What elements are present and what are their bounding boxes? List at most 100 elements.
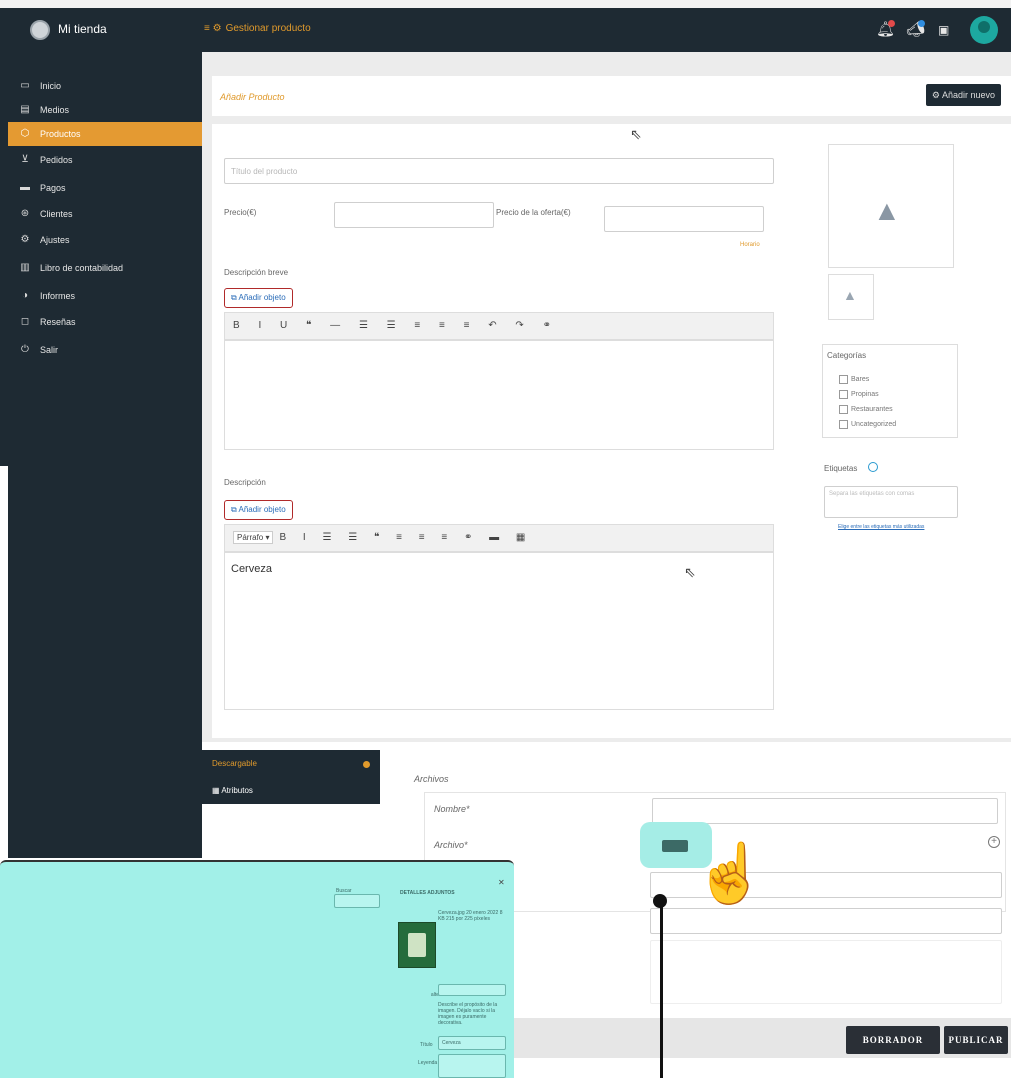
short-description-editor[interactable] xyxy=(224,340,774,450)
toolbar-icons[interactable]: B I ☰ ☰ ❝ ≡ ≡ ≡ ⚭ ▬ ▦ xyxy=(279,532,532,543)
file-input-2[interactable] xyxy=(650,908,1002,934)
category-checkbox[interactable] xyxy=(839,390,848,399)
pointer-dot xyxy=(653,894,667,908)
breadcrumb-label: Gestionar producto xyxy=(225,23,311,34)
sidebar-item-pagos[interactable]: ▬ Pagos xyxy=(8,176,202,200)
page-title: Añadir Producto xyxy=(220,92,285,102)
attributes-icon: ▦ xyxy=(212,786,222,795)
sidebar-item-ajustes[interactable]: ⚙ Ajustes xyxy=(8,228,202,252)
tab-attributes[interactable]: ▦ Atributos xyxy=(202,778,380,804)
add-object-label: Añadir objeto xyxy=(238,293,286,302)
add-object-button-2[interactable]: ⧉ Añadir objeto xyxy=(224,500,293,520)
mouse-cursor-icon: ⇖ xyxy=(630,126,642,142)
sidebar-item-salir[interactable]: ⏻ Salir xyxy=(8,338,202,362)
report-icon: ◑ xyxy=(21,290,29,301)
featured-image-box[interactable]: ▲ xyxy=(828,144,954,268)
category-checkbox[interactable] xyxy=(839,375,848,384)
filter-input[interactable] xyxy=(334,894,380,908)
alt-help-text: Describe el propósito de la imagen. Déja… xyxy=(438,1002,498,1026)
avatar[interactable] xyxy=(970,16,998,44)
title-value: Cerveza xyxy=(442,1040,461,1046)
close-icon[interactable]: ✕ xyxy=(498,878,505,887)
description-text: Cerveza xyxy=(231,563,272,575)
cart-icon: ⊻ xyxy=(21,154,29,165)
tab-downloads[interactable]: Descargable xyxy=(202,750,380,778)
product-title-input[interactable]: Título del producto xyxy=(224,158,774,184)
category-checkbox[interactable] xyxy=(839,405,848,414)
add-file-icon[interactable]: + xyxy=(988,836,1000,848)
main-area: Añadir Producto ⚙ Añadir nuevo Título de… xyxy=(202,52,1011,858)
sidebar-item-label: Pagos xyxy=(40,183,66,193)
sidebar-item-label: Medios xyxy=(40,105,70,115)
breadcrumb[interactable]: ≡ ⚙ Gestionar producto xyxy=(204,23,311,34)
sidebar-item-informes[interactable]: ◑ Informes xyxy=(8,284,202,308)
sale-price-input[interactable] xyxy=(604,206,764,232)
category-checkbox[interactable] xyxy=(839,420,848,429)
ledger-icon: ▥ xyxy=(20,262,30,273)
tags-input[interactable]: Separa las etiquetas con comas xyxy=(824,486,958,518)
description-toolbar[interactable]: Párrafo ▾ B I ☰ ☰ ❝ ≡ ≡ ≡ ⚭ ▬ ▦ xyxy=(224,524,774,552)
store-logo-icon xyxy=(30,20,50,40)
publish-button[interactable]: PUBLICAR xyxy=(944,1026,1008,1054)
review-icon: ◻ xyxy=(20,316,30,327)
sidebar-item-libro[interactable]: ▥ Libro de contabilidad xyxy=(8,256,202,280)
sidebar-item-label: Libro de contabilidad xyxy=(40,263,124,273)
description-label: Descripción xyxy=(224,478,266,487)
sidebar-item-medios[interactable]: ▤ Medios xyxy=(8,98,202,122)
tags-info-icon[interactable] xyxy=(868,462,878,472)
popular-tags-link[interactable]: Elige entre las etiquetas más utilizadas xyxy=(838,524,924,530)
paragraph-label: Párrafo xyxy=(237,533,264,542)
add-object-button[interactable]: ⧉ Añadir objeto xyxy=(224,288,293,308)
sidebar-item-clientes[interactable]: ⊛ Clientes xyxy=(8,202,202,226)
hamburger-icon[interactable]: ≡ ⚙ xyxy=(204,23,222,34)
panel-icon[interactable]: ▣ xyxy=(938,23,949,37)
notification-dot xyxy=(888,20,895,27)
add-new-label: Añadir nuevo xyxy=(941,90,995,100)
add-object-label: Añadir objeto xyxy=(238,505,286,514)
media-icon: ▤ xyxy=(20,104,30,115)
beer-mug-thumbnail[interactable] xyxy=(398,922,436,968)
page-header: Añadir Producto ⚙ Añadir nuevo xyxy=(212,76,1011,116)
files-label: Archivos xyxy=(414,774,449,784)
category-label: Uncategorized xyxy=(851,421,897,428)
price-input[interactable] xyxy=(334,202,494,228)
clients-icon: ⊛ xyxy=(20,208,30,219)
draft-button[interactable]: BORRADOR xyxy=(846,1026,940,1054)
paragraph-select[interactable]: Párrafo ▾ xyxy=(233,531,274,544)
category-label: Propinas xyxy=(851,391,879,398)
add-new-button[interactable]: ⚙ Añadir nuevo xyxy=(925,84,1001,106)
sidebar-item-productos[interactable]: ⬡ Productos xyxy=(8,122,202,146)
category-label: Bares xyxy=(851,376,870,383)
title-input[interactable]: Cerveza xyxy=(438,1036,506,1050)
sidebar: ▭ Inicio ▤ Medios ⬡ Productos ⊻ Pedidos ▬ Pag… xyxy=(8,52,202,858)
gallery-image-box[interactable]: ▲ xyxy=(828,274,874,320)
sidebar-item-label: Ajustes xyxy=(40,235,70,245)
sidebar-item-label: Reseñas xyxy=(40,317,76,327)
attachment-details-title: DETALLES ADJUNTOS xyxy=(400,890,455,896)
short-description-label: Descripción breve xyxy=(224,268,289,277)
alt-text-input[interactable] xyxy=(438,984,506,996)
title-field-label: Título xyxy=(420,1042,433,1048)
tab-indicator-icon xyxy=(363,761,370,768)
sidebar-edge xyxy=(0,52,8,466)
short-description-toolbar[interactable]: B I U ❝ — ☰ ☰ ≡ ≡ ≡ ↶ ↷ ⚭ xyxy=(224,312,774,340)
file-name-input[interactable] xyxy=(652,798,998,824)
image-placeholder-icon: ▲ xyxy=(873,195,901,226)
schedule-link[interactable]: Horario xyxy=(740,242,760,248)
media-modal: ✕ Buscar DETALLES ADJUNTOS Cerveza.jpg 2… xyxy=(0,860,514,1078)
file-info: Cerveza.jpg 20 enero 2022 8 KB 215 por 2… xyxy=(438,910,503,922)
toolbar-icons[interactable]: B I U ❝ — ☰ ☰ ≡ ≡ ≡ ↶ ↷ ⚭ xyxy=(233,320,559,331)
settings-icon: ⚙ xyxy=(20,234,30,245)
file-textarea[interactable] xyxy=(650,940,1002,1004)
sidebar-item-label: Pedidos xyxy=(40,155,73,165)
hand-cursor-icon: ☝ xyxy=(694,841,767,906)
sidebar-item-resenas[interactable]: ◻ Reseñas xyxy=(8,310,202,334)
tab-downloads-label: Descargable xyxy=(212,759,257,768)
pointer-line xyxy=(660,900,663,1078)
media-add-icon: ⧉ xyxy=(231,293,239,302)
box-icon: ⬡ xyxy=(20,128,30,139)
sidebar-item-inicio[interactable]: ▭ Inicio xyxy=(8,74,202,98)
sidebar-item-pedidos[interactable]: ⊻ Pedidos xyxy=(8,148,202,172)
caption-input[interactable] xyxy=(438,1054,506,1078)
product-form-panel: Título del producto Precio(€) Precio de … xyxy=(212,124,1011,738)
